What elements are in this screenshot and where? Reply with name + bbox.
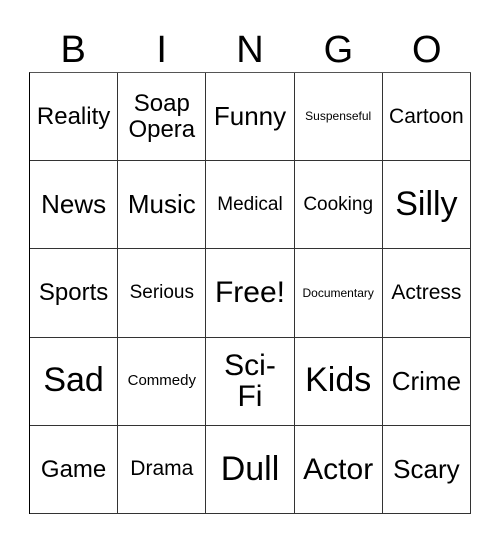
bingo-cell[interactable]: Documentary bbox=[294, 249, 383, 338]
bingo-cell[interactable]: Scary bbox=[382, 425, 471, 514]
bingo-cell[interactable]: Kids bbox=[294, 337, 383, 426]
bingo-cell[interactable]: Soap Opera bbox=[118, 73, 207, 162]
bingo-cell[interactable]: Music bbox=[118, 161, 207, 250]
bingo-cell[interactable]: Actor bbox=[294, 425, 383, 514]
bingo-header: B I N G O bbox=[29, 28, 471, 72]
free-space-cell[interactable]: Free! bbox=[206, 249, 295, 338]
bingo-cell[interactable]: Medical bbox=[206, 161, 295, 250]
bingo-cell[interactable]: News bbox=[30, 161, 119, 250]
header-letter-i: I bbox=[156, 29, 167, 71]
bingo-cell[interactable]: Crime bbox=[382, 337, 471, 426]
bingo-cell[interactable]: Funny bbox=[206, 73, 295, 162]
bingo-cell[interactable]: Cooking bbox=[294, 161, 383, 250]
bingo-cell[interactable]: Sports bbox=[30, 249, 119, 338]
bingo-grid: Reality Soap Opera Funny Suspenseful Car… bbox=[29, 72, 471, 514]
bingo-cell[interactable]: Suspenseful bbox=[294, 73, 383, 162]
bingo-cell[interactable]: Cartoon bbox=[382, 73, 471, 162]
header-letter-o: O bbox=[412, 29, 442, 71]
header-letter-b: B bbox=[60, 29, 86, 71]
bingo-cell[interactable]: Sci-Fi bbox=[206, 337, 295, 426]
bingo-cell[interactable]: Serious bbox=[118, 249, 207, 338]
bingo-cell[interactable]: Drama bbox=[118, 425, 207, 514]
header-letter-n: N bbox=[236, 29, 264, 71]
bingo-cell[interactable]: Actress bbox=[382, 249, 471, 338]
bingo-cell[interactable]: Sad bbox=[30, 337, 119, 426]
bingo-cell[interactable]: Silly bbox=[382, 161, 471, 250]
bingo-cell[interactable]: Game bbox=[30, 425, 119, 514]
header-letter-g: G bbox=[323, 29, 354, 71]
bingo-cell[interactable]: Commedy bbox=[118, 337, 207, 426]
bingo-cell[interactable]: Reality bbox=[30, 73, 119, 162]
bingo-cell[interactable]: Dull bbox=[206, 425, 295, 514]
